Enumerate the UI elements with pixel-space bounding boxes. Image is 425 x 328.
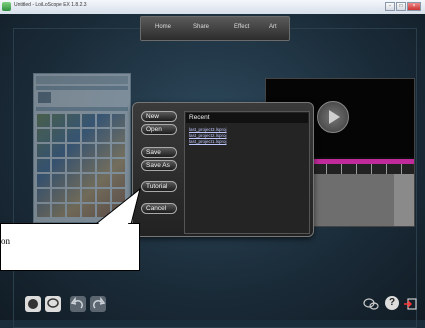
callout-pointer-cover (98, 194, 136, 224)
callout-pointer-fill (98, 194, 136, 224)
help-icon[interactable]: ? (385, 296, 399, 310)
media-icon[interactable] (25, 296, 41, 312)
exit-icon[interactable] (403, 296, 419, 312)
text-bubble-icon[interactable] (45, 296, 61, 312)
undo-icon[interactable] (70, 296, 86, 312)
redo-icon[interactable] (90, 296, 106, 312)
bottom-toolbar: ? (0, 290, 425, 320)
speech-bubbles-icon[interactable] (362, 296, 379, 312)
